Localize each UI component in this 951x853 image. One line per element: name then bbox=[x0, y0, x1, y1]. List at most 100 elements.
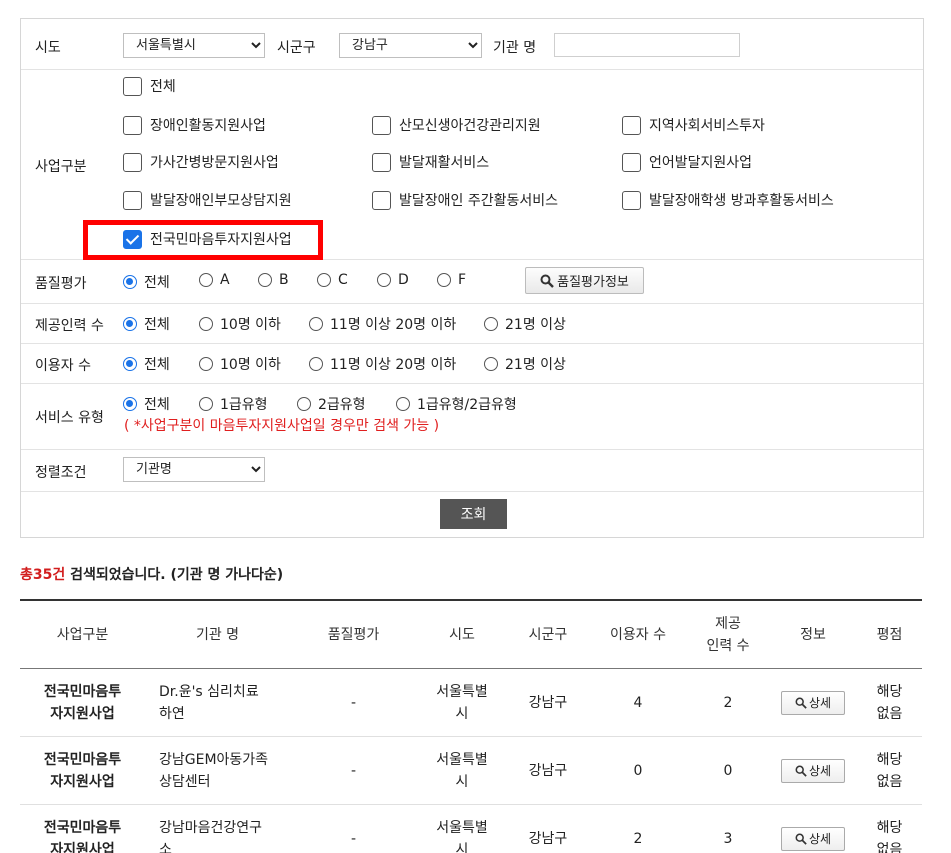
quality-radio-c[interactable]: C bbox=[317, 272, 348, 288]
business-checkbox-community[interactable]: 지역사회서비스투자 bbox=[622, 115, 765, 135]
sido-select[interactable]: 서울특별시 bbox=[123, 33, 265, 58]
cell-sigungu: 강남구 bbox=[528, 695, 568, 711]
radio-dot[interactable] bbox=[199, 273, 213, 287]
cell-sigungu: 강남구 bbox=[528, 763, 568, 779]
radio-dot[interactable] bbox=[317, 273, 331, 287]
radio-dot[interactable] bbox=[297, 397, 311, 411]
magnifier-icon bbox=[795, 765, 807, 777]
service-type-note: ( *사업구분이 마음투자지원사업일 경우만 검색 가능 ) bbox=[124, 418, 440, 434]
service-radio-grade1[interactable]: 1급유형 bbox=[199, 394, 268, 414]
users-radio-over21[interactable]: 21명 이상 bbox=[484, 354, 566, 374]
service-radio-all[interactable]: 전체 bbox=[123, 394, 170, 414]
radio-dot[interactable] bbox=[437, 273, 451, 287]
search-panel: 시도 서울특별시 시군구 강남구 기관 명 사업구분 전체 장애인활동지원사업 … bbox=[20, 18, 924, 538]
cell-business: 전국민마음투 자지원사업 bbox=[43, 820, 122, 853]
detail-button[interactable]: 상세 bbox=[781, 827, 845, 851]
col-header-sido: 시도 bbox=[449, 627, 475, 643]
users-radio-under10[interactable]: 10명 이하 bbox=[199, 354, 281, 374]
cell-sigungu: 강남구 bbox=[528, 831, 568, 847]
cell-staff: 3 bbox=[723, 831, 733, 847]
checkbox-box[interactable] bbox=[372, 115, 391, 135]
radio-dot[interactable] bbox=[484, 357, 498, 371]
staff-radio-under10[interactable]: 10명 이하 bbox=[199, 314, 281, 334]
business-checkbox-parent-counsel[interactable]: 발달장애인부모상담지원 bbox=[123, 190, 292, 210]
checkbox-box[interactable] bbox=[123, 190, 142, 210]
cell-quality: - bbox=[350, 831, 357, 847]
org-name-label: 기관 명 bbox=[493, 40, 537, 56]
users-radio-11to20[interactable]: 11명 이상 20명 이하 bbox=[309, 354, 456, 374]
business-checkbox-language[interactable]: 언어발달지원사업 bbox=[622, 152, 752, 172]
business-checkbox-activity-support[interactable]: 장애인활동지원사업 bbox=[123, 115, 266, 135]
radio-dot[interactable] bbox=[199, 357, 213, 371]
cell-users: 0 bbox=[633, 763, 643, 779]
table-row: 전국민마음투 자지원사업 강남마음건강연구 소 - 서울특별 시 강남구 2 3 상세 해당 없… bbox=[20, 805, 922, 853]
checkbox-box[interactable] bbox=[622, 190, 641, 210]
users-row: 이용자 수 전체 10명 이하 11명 이상 20명 이하 21명 이상 bbox=[21, 344, 923, 384]
col-header-org: 기관 명 bbox=[195, 627, 240, 643]
cell-org-name: 강남GEM아동가족 상담센터 bbox=[159, 752, 269, 790]
cell-business: 전국민마음투 자지원사업 bbox=[43, 684, 122, 722]
users-radio-all[interactable]: 전체 bbox=[123, 354, 170, 374]
business-checkbox-maternity[interactable]: 산모신생아건강관리지원 bbox=[372, 115, 541, 135]
quality-label: 품질평가 bbox=[35, 276, 87, 292]
service-radio-grade2[interactable]: 2급유형 bbox=[297, 394, 366, 414]
col-header-staff: 제공 인력 수 bbox=[706, 616, 750, 654]
business-checkbox-dev-rehab[interactable]: 발달재활서비스 bbox=[372, 152, 489, 172]
checkbox-box[interactable] bbox=[372, 152, 391, 172]
radio-dot[interactable] bbox=[396, 397, 410, 411]
checkbox-box[interactable] bbox=[123, 152, 142, 172]
sort-row: 정렬조건 기관명 bbox=[21, 450, 923, 492]
cell-quality: - bbox=[350, 695, 357, 711]
business-checkbox-day-activity[interactable]: 발달장애인 주간활동서비스 bbox=[372, 190, 558, 210]
business-checkbox-all[interactable]: 전체 bbox=[123, 76, 176, 96]
quality-radio-d[interactable]: D bbox=[377, 272, 409, 288]
cell-sido: 서울특별 시 bbox=[436, 752, 488, 790]
checkbox-box[interactable] bbox=[622, 115, 641, 135]
quality-info-button[interactable]: 품질평가정보 bbox=[525, 267, 644, 294]
cell-info: 상세 bbox=[769, 805, 857, 853]
checkbox-box[interactable] bbox=[123, 76, 142, 96]
sort-select[interactable]: 기관명 bbox=[123, 457, 265, 482]
magnifier-icon bbox=[795, 833, 807, 845]
highlight-frame bbox=[83, 220, 323, 260]
radio-dot[interactable] bbox=[123, 357, 137, 371]
search-button[interactable]: 조회 bbox=[440, 499, 507, 529]
radio-dot[interactable] bbox=[309, 357, 323, 371]
cell-users: 4 bbox=[633, 695, 643, 711]
staff-radio-11to20[interactable]: 11명 이상 20명 이하 bbox=[309, 314, 456, 334]
radio-dot[interactable] bbox=[309, 317, 323, 331]
radio-dot[interactable] bbox=[123, 275, 137, 289]
cell-sido: 서울특별 시 bbox=[436, 684, 488, 722]
business-checkbox-home-care[interactable]: 가사간병방문지원사업 bbox=[123, 152, 279, 172]
result-summary: 총35건 검색되었습니다. (기관 명 가나다순) bbox=[20, 564, 283, 584]
staff-radio-over21[interactable]: 21명 이상 bbox=[484, 314, 566, 334]
result-summary-text: 검색되었습니다. (기관 명 가나다순) bbox=[65, 567, 284, 583]
radio-dot[interactable] bbox=[199, 317, 213, 331]
radio-dot[interactable] bbox=[199, 397, 213, 411]
col-header-info: 정보 bbox=[800, 627, 826, 643]
service-radio-grade1-2[interactable]: 1급유형/2급유형 bbox=[396, 394, 517, 414]
sigungu-select[interactable]: 강남구 bbox=[339, 33, 482, 58]
staff-row: 제공인력 수 전체 10명 이하 11명 이상 20명 이하 21명 이상 bbox=[21, 304, 923, 344]
sido-label: 시도 bbox=[35, 40, 61, 56]
quality-radio-a[interactable]: A bbox=[199, 272, 230, 288]
magnifier-icon bbox=[795, 697, 807, 709]
checkbox-box[interactable] bbox=[123, 115, 142, 135]
quality-radio-all[interactable]: 전체 bbox=[123, 272, 170, 292]
radio-dot[interactable] bbox=[377, 273, 391, 287]
cell-rating: 해당 없음 bbox=[876, 752, 903, 790]
business-checkbox-after-school[interactable]: 발달장애학생 방과후활동서비스 bbox=[622, 190, 834, 210]
org-name-input[interactable] bbox=[554, 33, 740, 57]
detail-button[interactable]: 상세 bbox=[781, 691, 845, 715]
detail-button[interactable]: 상세 bbox=[781, 759, 845, 783]
radio-dot[interactable] bbox=[123, 317, 137, 331]
radio-dot[interactable] bbox=[258, 273, 272, 287]
quality-radio-b[interactable]: B bbox=[258, 272, 289, 288]
checkbox-box[interactable] bbox=[622, 152, 641, 172]
quality-radio-f[interactable]: F bbox=[437, 272, 466, 288]
search-icon bbox=[540, 274, 554, 288]
checkbox-box[interactable] bbox=[372, 190, 391, 210]
radio-dot[interactable] bbox=[484, 317, 498, 331]
staff-radio-all[interactable]: 전체 bbox=[123, 314, 170, 334]
radio-dot[interactable] bbox=[123, 397, 137, 411]
